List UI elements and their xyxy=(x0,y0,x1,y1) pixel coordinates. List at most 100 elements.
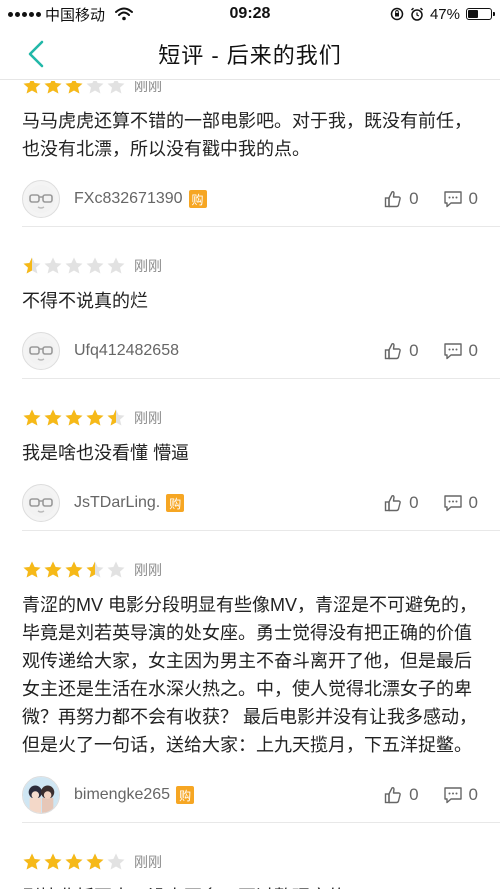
star-icon xyxy=(107,409,125,426)
nav-bar: 短评 - 后来的我们 xyxy=(0,28,500,80)
status-left: 中国移动 xyxy=(0,4,180,25)
wifi-icon xyxy=(115,7,134,21)
comment-button[interactable]: 0 xyxy=(443,189,478,209)
divider xyxy=(22,378,500,379)
star-icon xyxy=(86,853,104,870)
divider xyxy=(22,226,500,227)
photo-avatar-icon xyxy=(23,777,59,813)
glasses-avatar-icon xyxy=(27,185,55,213)
review-time: 刚刚 xyxy=(134,258,162,274)
review-time: 刚刚 xyxy=(134,81,162,94)
star-icon xyxy=(44,257,62,274)
comment-icon xyxy=(443,191,462,208)
star-icon xyxy=(86,561,104,578)
like-icon xyxy=(384,494,401,512)
star-icon xyxy=(65,853,83,870)
comment-count: 0 xyxy=(468,189,478,208)
review-text: 马马虎虎还算不错的一部电影吧。对于我，既没有前任，也没有北漂，所以没有戳中我的点… xyxy=(22,111,472,159)
star-icon xyxy=(23,409,41,426)
rating-row: 刚刚 xyxy=(22,555,478,585)
purchase-badge: 购 xyxy=(176,786,195,804)
avatar[interactable] xyxy=(22,332,60,370)
review-text: 剧情曲折不大，没占不多，不过整理实的 xyxy=(22,883,478,889)
star-icon xyxy=(44,561,62,578)
username[interactable]: Ufq412482658 xyxy=(74,342,179,360)
comment-icon xyxy=(443,787,462,804)
star-icon xyxy=(86,409,104,426)
review-actions: 00 xyxy=(383,785,478,805)
star-rating xyxy=(22,560,126,580)
like-button[interactable]: 0 xyxy=(383,493,419,513)
comment-button[interactable]: 0 xyxy=(443,493,478,513)
review-time: 刚刚 xyxy=(134,410,162,426)
review-text: 青涩的MV 电影分段明显有些像MV，青涩是不可避免的，毕竟是刘若英导演的处女座。… xyxy=(22,595,477,755)
star-rating xyxy=(22,81,126,96)
comment-icon xyxy=(443,343,462,360)
comment-button[interactable]: 0 xyxy=(443,341,478,361)
user-row: FXc832671390 购 0 0 xyxy=(22,171,478,227)
battery-percent: 47% xyxy=(429,5,460,23)
comment-icon xyxy=(443,495,462,512)
rating-row: 刚刚 xyxy=(22,81,478,101)
star-icon xyxy=(65,81,83,94)
star-icon xyxy=(44,81,62,94)
review-actions: 00 xyxy=(383,189,478,209)
divider xyxy=(22,822,500,823)
comment-count: 0 xyxy=(468,341,478,360)
avatar[interactable] xyxy=(22,180,60,218)
like-count: 0 xyxy=(409,341,419,360)
review-time: 刚刚 xyxy=(134,562,162,578)
review-item[interactable]: 刚刚青涩的MV 电影分段明显有些像MV，青涩是不可避免的，毕竟是刘若英导演的处女… xyxy=(0,539,500,823)
status-bar: 中国移动 09:28 47% xyxy=(0,0,500,28)
rating-row: 刚刚 xyxy=(22,847,478,877)
review-item[interactable]: 刚刚 不得不说真的烂 Ufq412482658 0 0 xyxy=(0,235,500,379)
avatar[interactable] xyxy=(22,776,60,814)
rating-row: 刚刚 xyxy=(22,403,478,433)
star-icon xyxy=(65,561,83,578)
review-actions: 00 xyxy=(383,341,478,361)
comment-count: 0 xyxy=(468,785,478,804)
like-button[interactable]: 0 xyxy=(383,189,419,209)
star-icon xyxy=(86,257,104,274)
review-text: 不得不说真的烂 xyxy=(22,291,148,311)
username[interactable]: FXc832671390 xyxy=(74,190,183,208)
star-icon xyxy=(86,81,104,94)
star-icon xyxy=(23,81,41,94)
like-icon xyxy=(384,342,401,360)
avatar[interactable] xyxy=(22,484,60,522)
purchase-badge: 购 xyxy=(166,494,185,512)
like-count: 0 xyxy=(409,189,419,208)
like-button[interactable]: 0 xyxy=(383,785,419,805)
glasses-avatar-icon xyxy=(27,337,55,365)
status-right: 47% xyxy=(390,0,495,28)
review-time: 刚刚 xyxy=(134,854,162,870)
review-text: 我是啥也没看懂 懵逼 xyxy=(22,443,190,463)
star-icon xyxy=(23,561,41,578)
star-icon xyxy=(107,81,125,94)
like-button[interactable]: 0 xyxy=(383,341,419,361)
star-rating xyxy=(22,408,126,428)
like-icon xyxy=(384,786,401,804)
star-icon xyxy=(23,853,41,870)
purchase-badge: 购 xyxy=(188,190,207,208)
user-row: Ufq412482658 0 0 xyxy=(22,323,478,379)
star-icon xyxy=(107,853,125,870)
review-actions: 00 xyxy=(383,493,478,513)
user-row: JsTDarLing. 购 0 0 xyxy=(22,475,478,531)
review-list[interactable]: 刚刚马马虎虎还算不错的一部电影吧。对于我，既没有前任，也没有北漂，所以没有戳中我… xyxy=(0,81,500,889)
carrier-label: 中国移动 xyxy=(45,6,106,24)
review-item[interactable]: 刚刚剧情曲折不大，没占不多，不过整理实的 xyxy=(0,831,500,889)
review-item[interactable]: 刚刚 我是啥也没看懂 懵逼 JsTDarLing. 购 0 0 xyxy=(0,387,500,531)
back-button[interactable] xyxy=(20,38,52,70)
username[interactable]: JsTDarLing. xyxy=(74,494,160,512)
star-icon xyxy=(107,561,125,578)
star-rating xyxy=(22,256,126,276)
glasses-avatar-icon xyxy=(27,489,55,517)
rating-row: 刚刚 xyxy=(22,251,478,281)
star-rating xyxy=(22,852,126,872)
username[interactable]: bimengke265 xyxy=(74,786,170,804)
signal-icon xyxy=(8,11,41,17)
review-item[interactable]: 刚刚马马虎虎还算不错的一部电影吧。对于我，既没有前任，也没有北漂，所以没有戳中我… xyxy=(0,81,500,227)
star-icon xyxy=(107,257,125,274)
comment-button[interactable]: 0 xyxy=(443,785,478,805)
